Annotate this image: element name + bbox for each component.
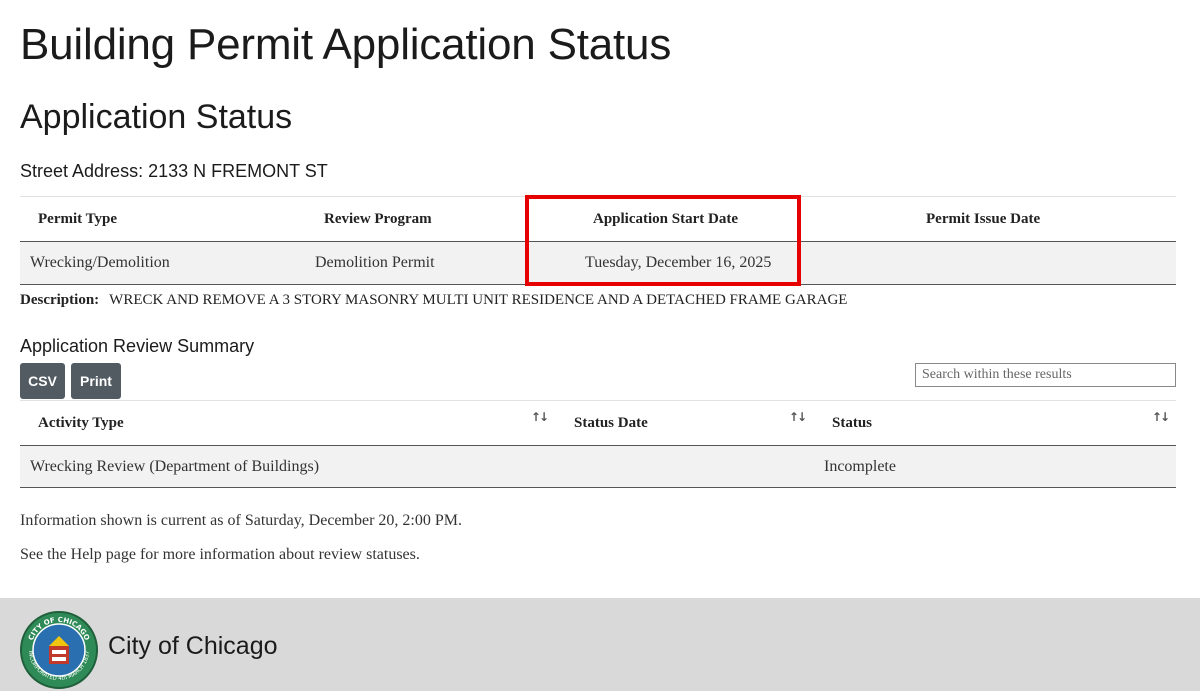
- cell-application-start-date: Tuesday, December 16, 2025: [544, 241, 824, 285]
- review-summary-title: Application Review Summary: [20, 336, 255, 356]
- cell-review-program: Demolition Permit: [291, 241, 544, 285]
- header-status-date-label: Status Date: [574, 414, 648, 431]
- permit-table: Permit Type Review Program Application S…: [20, 196, 1176, 285]
- sort-arrows-icon[interactable]: ↑↓: [531, 410, 549, 424]
- header-permit-type: Permit Type: [20, 196, 291, 242]
- street-address-value: 2133 N FREMONT ST: [148, 161, 328, 181]
- header-review-program: Review Program: [291, 196, 544, 242]
- street-address-label: Street Address:: [20, 161, 144, 181]
- description: Description: WRECK AND REMOVE A 3 STORY M…: [20, 292, 847, 309]
- permit-table-header-row: Permit Type Review Program Application S…: [20, 196, 1176, 242]
- table-row: Wrecking/Demolition Demolition Permit Tu…: [20, 241, 1176, 285]
- page-title: Building Permit Application Status: [20, 20, 672, 69]
- header-permit-issue-date: Permit Issue Date: [824, 196, 1176, 242]
- footer: CITY OF CHICAGO INCORPORATED 4th MARCH 1…: [0, 598, 1200, 691]
- footer-city-name[interactable]: City of Chicago: [108, 632, 278, 661]
- cell-activity-type: Wrecking Review (Department of Buildings…: [20, 445, 555, 488]
- cell-permit-issue-date: [824, 241, 1176, 285]
- search-input[interactable]: [915, 363, 1176, 387]
- street-address: Street Address: 2133 N FREMONT ST: [20, 161, 328, 182]
- review-table-header-row: Activity Type ↑↓ Status Date ↑↓ Status ↑…: [20, 400, 1176, 446]
- csv-button[interactable]: CSV: [20, 363, 65, 399]
- table-row: Wrecking Review (Department of Buildings…: [20, 445, 1176, 488]
- header-status-label: Status: [832, 414, 873, 431]
- sort-arrows-icon[interactable]: ↑↓: [1152, 410, 1170, 424]
- header-application-start-date: Application Start Date: [544, 196, 824, 242]
- header-status[interactable]: Status ↑↓: [813, 400, 1176, 446]
- sort-arrows-icon[interactable]: ↑↓: [789, 410, 807, 424]
- header-activity-type-label: Activity Type: [38, 414, 124, 431]
- description-text: WRECK AND REMOVE A 3 STORY MASONRY MULTI…: [109, 292, 848, 308]
- review-summary-table: Activity Type ↑↓ Status Date ↑↓ Status ↑…: [20, 400, 1176, 488]
- section-title: Application Status: [20, 98, 293, 136]
- print-button[interactable]: Print: [71, 363, 121, 399]
- description-label: Description:: [20, 292, 100, 308]
- cell-permit-type: Wrecking/Demolition: [20, 241, 291, 285]
- header-status-date[interactable]: Status Date ↑↓: [555, 400, 813, 446]
- info-help-text: See the Help page for more information a…: [20, 546, 420, 563]
- cell-status: Incomplete: [813, 445, 1176, 488]
- cell-status-date: [555, 445, 813, 488]
- header-activity-type[interactable]: Activity Type ↑↓: [20, 400, 555, 446]
- info-current-as-of: Information shown is current as of Satur…: [20, 512, 462, 529]
- city-seal-icon: CITY OF CHICAGO INCORPORATED 4th MARCH 1…: [20, 611, 98, 689]
